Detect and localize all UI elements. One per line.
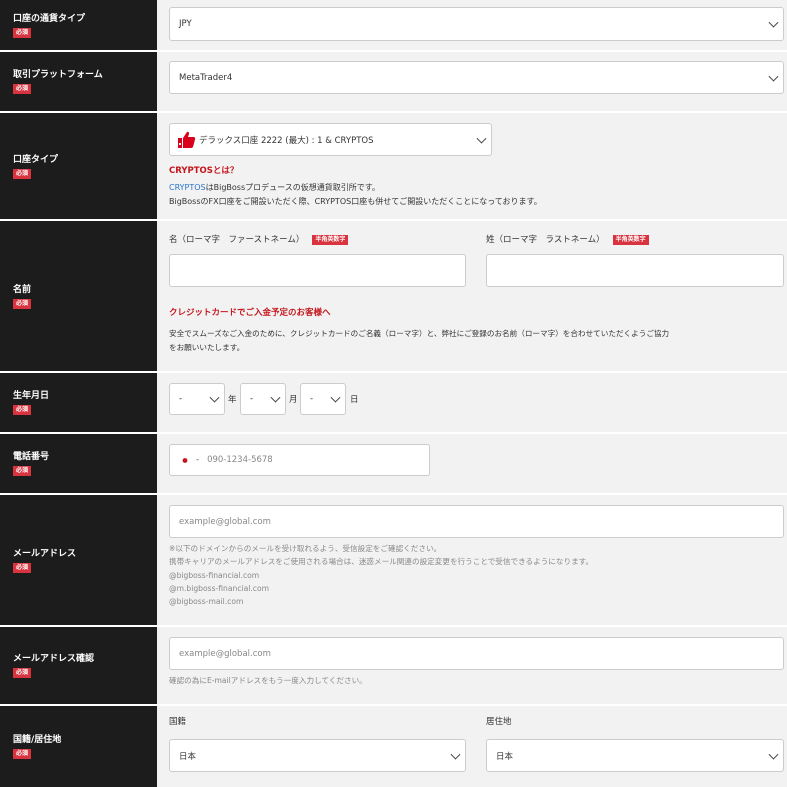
residence-select-value: 日本 bbox=[496, 751, 514, 762]
nationality-select[interactable]: 日本 bbox=[169, 739, 466, 772]
credit-card-notice-line1: 安全でスムーズなご入金のために、クレジットカードのご名義（ローマ字）と、弊社にご… bbox=[169, 329, 670, 338]
email-domain-1: @bigboss-financial.com bbox=[169, 571, 260, 580]
residence-field-label: 居住地 bbox=[486, 717, 512, 727]
birthdate-label: 生年月日 bbox=[13, 391, 50, 401]
nationality-select-value: 日本 bbox=[179, 751, 197, 762]
email-input[interactable]: example@global.com bbox=[169, 505, 784, 538]
email-confirm-input[interactable]: example@global.com bbox=[169, 637, 784, 670]
email-domain-2: @m.bigboss-financial.com bbox=[169, 584, 270, 593]
nationality-field-label: 国籍 bbox=[169, 717, 187, 727]
cryptos-info-line2: BigBossのFX口座をご開設いただく際、CRYPTOS口座も併せてご開設いた… bbox=[169, 197, 542, 206]
last-name-label: 姓（ローマ字 ラストネーム） 半角英数字 bbox=[486, 234, 649, 247]
japan-flag-icon bbox=[179, 455, 191, 465]
field-label-block: 口座の通貨タイプ 必須 bbox=[0, 0, 157, 50]
email-note-2: 携帯キャリアのメールアドレスをご使用される場合は、迷惑メール関連の設定変更を行う… bbox=[169, 557, 594, 566]
phone-input[interactable]: - 090-1234-5678 bbox=[169, 444, 430, 476]
chevron-down-icon bbox=[209, 392, 220, 403]
chevron-down-icon bbox=[270, 392, 281, 403]
last-name-label-text: 姓（ローマ字 ラストネーム） bbox=[486, 235, 605, 245]
credit-card-notice-title: クレジットカードでご入金予定のお客様へ bbox=[169, 308, 331, 318]
email-confirm-label: メールアドレス確認 bbox=[13, 654, 95, 664]
email-confirm-note: 確認の為にE-mailアドレスをもう一度入力してください。 bbox=[169, 676, 367, 685]
residence-select[interactable]: 日本 bbox=[486, 739, 784, 772]
email-label: メールアドレス bbox=[13, 548, 77, 559]
cryptos-link[interactable]: CRYPTOS bbox=[169, 183, 206, 192]
row-phone: 電話番号 必須 - 090-1234-5678 bbox=[0, 434, 787, 493]
chevron-down-icon bbox=[768, 17, 779, 28]
cryptos-info-line1: CRYPTOSはBigBossプロデュースの仮想通貨取引所です。 bbox=[169, 181, 380, 194]
chevron-down-icon bbox=[450, 749, 461, 760]
required-badge: 必須 bbox=[13, 668, 32, 678]
platform-label: 取引プラットフォーム bbox=[13, 70, 103, 80]
last-name-input[interactable] bbox=[486, 254, 784, 287]
email-domain-3: @bigboss-mail.com bbox=[169, 597, 244, 606]
row-birthdate: 生年月日 必須 - 年 - 月 - 日 bbox=[0, 373, 787, 432]
phone-prefix: - bbox=[196, 455, 200, 465]
day-unit: 日 bbox=[350, 395, 359, 405]
chevron-down-icon bbox=[476, 133, 487, 144]
row-nationality: 国籍/居住地 必須 国籍 居住地 日本 日本 bbox=[0, 706, 787, 787]
platform-select-value: MetaTrader4 bbox=[179, 72, 233, 83]
cryptos-info-line1-text: はBigBossプロデュースの仮想通貨取引所です。 bbox=[205, 183, 380, 192]
month-unit: 月 bbox=[289, 395, 298, 405]
phone-placeholder: 090-1234-5678 bbox=[207, 455, 273, 465]
platform-select[interactable]: MetaTrader4 bbox=[169, 61, 784, 94]
first-name-label: 名（ローマ字 ファーストネーム） 半角英数字 bbox=[169, 234, 349, 247]
first-name-input[interactable] bbox=[169, 254, 466, 287]
required-badge: 必須 bbox=[13, 749, 32, 759]
row-email-confirm: メールアドレス確認 必須 example@global.com 確認の為にE-m… bbox=[0, 627, 787, 704]
year-unit: 年 bbox=[228, 395, 237, 405]
row-account-type: 口座タイプ 必須 デラックス口座 2222 (最大) : 1 & CRYPTOS… bbox=[0, 113, 787, 219]
first-name-label-text: 名（ローマ字 ファーストネーム） bbox=[169, 235, 305, 245]
row-email: メールアドレス 必須 example@global.com ※以下のドメインから… bbox=[0, 495, 787, 625]
name-label: 名前 bbox=[13, 284, 32, 295]
chevron-down-icon bbox=[768, 749, 779, 760]
currency-select[interactable]: JPY bbox=[169, 7, 784, 41]
birth-day-select[interactable]: - bbox=[300, 383, 346, 415]
required-badge: 必須 bbox=[13, 84, 32, 94]
email-placeholder: example@global.com bbox=[179, 516, 271, 527]
required-badge: 必須 bbox=[13, 27, 32, 38]
birth-month-value: - bbox=[250, 394, 254, 404]
birth-day-value: - bbox=[310, 394, 314, 404]
account-type-select-value: デラックス口座 2222 (最大) : 1 & CRYPTOS bbox=[199, 135, 374, 146]
required-badge: 必須 bbox=[13, 466, 32, 476]
row-platform: 取引プラットフォーム 必須 MetaTrader4 bbox=[0, 52, 787, 111]
half-width-badge: 半角英数字 bbox=[612, 234, 649, 245]
half-width-badge: 半角英数字 bbox=[312, 234, 349, 245]
chevron-down-icon bbox=[768, 71, 779, 82]
birth-month-select[interactable]: - bbox=[240, 383, 286, 415]
email-note-1: ※以下のドメインからのメールを受け取れるよう、受信設定をご確認ください。 bbox=[169, 544, 442, 553]
currency-label: 口座の通貨タイプ bbox=[13, 13, 86, 24]
credit-card-notice-line2: をお願いいたします。 bbox=[169, 343, 245, 352]
birth-year-value: - bbox=[179, 394, 183, 404]
required-badge: 必須 bbox=[13, 405, 32, 415]
row-name: 名前 必須 名（ローマ字 ファーストネーム） 半角英数字 姓（ローマ字 ラストネー… bbox=[0, 221, 787, 371]
thumbs-up-icon bbox=[178, 131, 196, 148]
account-type-select[interactable]: デラックス口座 2222 (最大) : 1 & CRYPTOS bbox=[169, 123, 492, 156]
cryptos-info-title: CRYPTOSとは？ bbox=[169, 166, 239, 176]
required-badge: 必須 bbox=[13, 298, 32, 309]
currency-select-value: JPY bbox=[179, 19, 192, 29]
phone-label: 電話番号 bbox=[13, 452, 50, 462]
chevron-down-icon bbox=[330, 392, 341, 403]
email-confirm-placeholder: example@global.com bbox=[179, 648, 271, 659]
required-badge: 必須 bbox=[13, 562, 32, 573]
account-form: 口座の通貨タイプ 必須 JPY 取引プラットフォーム 必須 MetaTrader… bbox=[0, 0, 787, 787]
row-currency: 口座の通貨タイプ 必須 JPY bbox=[0, 0, 787, 50]
account-type-label: 口座タイプ bbox=[13, 154, 59, 165]
birth-year-select[interactable]: - bbox=[169, 383, 225, 415]
required-badge: 必須 bbox=[13, 168, 32, 179]
nationality-residence-label: 国籍/居住地 bbox=[13, 735, 62, 745]
